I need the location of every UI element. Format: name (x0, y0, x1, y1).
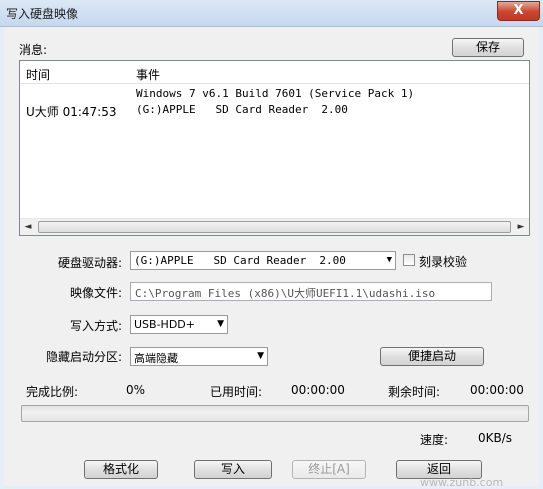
percent-label: 完成比例: (26, 385, 79, 399)
scroll-thumb[interactable] (38, 221, 511, 233)
elapsed-value: 00:00:00 (291, 383, 345, 397)
list-header: 时间 事件 (20, 61, 529, 84)
drive-select[interactable]: (G:)APPLE SD Card Reader 2.00 ▼ (130, 251, 396, 270)
window-title: 写入硬盘映像 (6, 7, 79, 21)
row-time: U大师 01:47:53 (26, 105, 117, 119)
verify-checkbox[interactable] (403, 254, 415, 266)
speed-value: 0KB/s (478, 431, 513, 445)
hidden-partition-label: 隐藏启动分区: (46, 350, 123, 364)
remaining-label: 剩余时间: (388, 385, 441, 399)
hidden-partition-select[interactable]: 高端隐藏 ▼ (130, 347, 268, 366)
write-method-value: USB-HDD+ (134, 318, 195, 331)
scroll-right-icon[interactable]: ► (513, 219, 529, 235)
column-header-time[interactable]: 时间 (26, 66, 50, 83)
watermark: www.zunb.com (420, 476, 504, 489)
percent-value: 0% (126, 383, 146, 397)
save-button[interactable]: 保存 (452, 38, 524, 57)
image-file-value: C:\Program Files (x86)\U大师UEFI1.1\udashi… (135, 287, 436, 300)
column-header-event[interactable]: 事件 (136, 66, 160, 83)
messages-label: 消息: (19, 43, 48, 57)
row-event: (G:)APPLE SD Card Reader 2.00 (136, 103, 348, 116)
message-list[interactable]: 时间 事件 Windows 7 v6.1 Build 7601 (Service… (19, 60, 530, 236)
row-event: Windows 7 v6.1 Build 7601 (Service Pack … (136, 87, 415, 100)
dialog-client: 消息: 保存 时间 事件 Windows 7 v6.1 Build 7601 (… (4, 27, 539, 486)
speed-label: 速度: (420, 433, 449, 447)
drive-label: 硬盘驱动器: (58, 256, 123, 270)
image-file-field[interactable]: C:\Program Files (x86)\U大师UEFI1.1\udashi… (130, 282, 492, 301)
close-button[interactable]: X (497, 1, 540, 21)
list-row[interactable]: Windows 7 v6.1 Build 7601 (Service Pack … (20, 86, 529, 102)
write-method-select[interactable]: USB-HDD+ ▼ (130, 315, 228, 334)
hidden-partition-value: 高端隐藏 (134, 352, 178, 365)
image-file-label: 映像文件: (70, 286, 123, 300)
elapsed-label: 已用时间: (210, 385, 263, 399)
close-icon: X (513, 3, 524, 18)
format-button[interactable]: 格式化 (84, 460, 158, 479)
write-method-label: 写入方式: (70, 319, 123, 333)
verify-label[interactable]: 刻录校验 (419, 253, 467, 270)
drive-select-value: (G:)APPLE SD Card Reader 2.00 (134, 254, 346, 267)
list-row[interactable]: U大师 01:47:53 (G:)APPLE SD Card Reader 2.… (20, 102, 529, 119)
horizontal-scrollbar[interactable]: ◄ ► (20, 218, 529, 235)
scroll-left-icon[interactable]: ◄ (20, 219, 36, 235)
stop-button: 终止[A] (292, 460, 366, 479)
progress-bar (21, 405, 529, 422)
write-button[interactable]: 写入 (194, 460, 272, 479)
title-bar: 写入硬盘映像 X (0, 0, 543, 27)
remaining-value: 00:00:00 (470, 383, 524, 397)
chevron-down-icon: ▼ (386, 255, 392, 265)
chevron-down-icon: ▼ (257, 351, 264, 361)
chevron-down-icon: ▼ (217, 319, 224, 329)
quick-boot-button[interactable]: 便捷启动 (380, 347, 484, 366)
